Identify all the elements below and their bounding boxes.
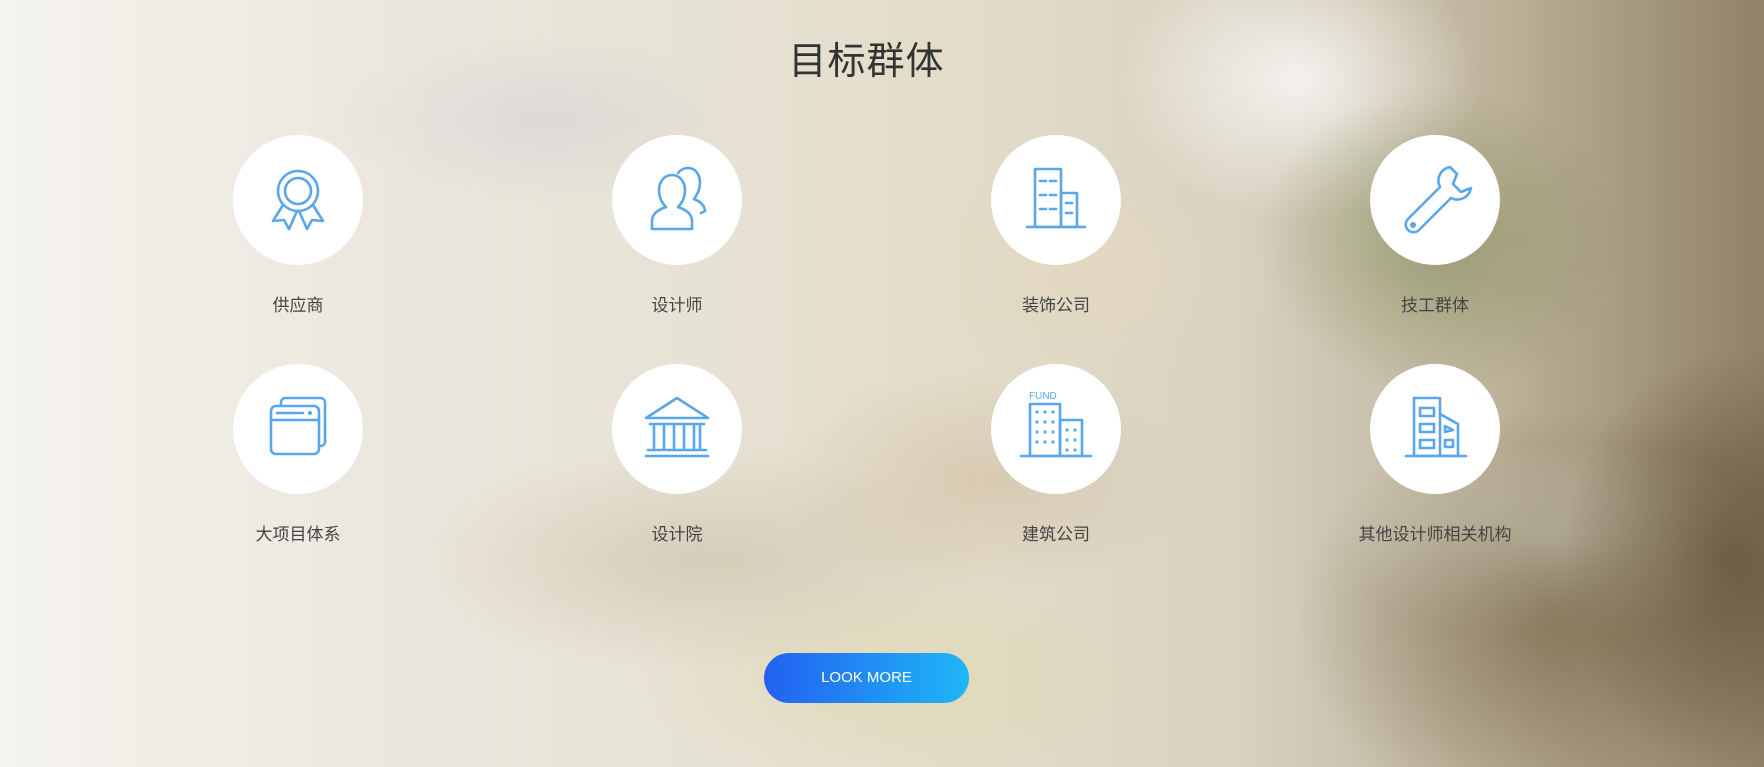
group-icon-circle[interactable] xyxy=(991,135,1121,265)
group-label: 装饰公司 xyxy=(1022,296,1090,316)
group-icon-circle[interactable] xyxy=(1370,364,1500,494)
group-label: 技工群体 xyxy=(1401,296,1469,316)
group-icon-circle[interactable] xyxy=(233,135,363,265)
group-label: 建筑公司 xyxy=(1022,525,1090,545)
group-label: 供应商 xyxy=(272,296,324,316)
group-label: 大项目体系 xyxy=(255,525,341,545)
group-icon-circle[interactable] xyxy=(612,364,742,494)
group-icon-circle[interactable] xyxy=(612,135,742,265)
institution-icon xyxy=(644,396,710,458)
group-item-construction-company[interactable]: FUND 建筑公司 xyxy=(906,364,1206,545)
group-label: 设计师 xyxy=(651,296,703,316)
users-icon xyxy=(650,166,707,231)
office-building-icon xyxy=(1025,167,1087,229)
group-item-supplier[interactable]: 供应商 xyxy=(148,135,448,316)
group-icon-circle[interactable] xyxy=(233,364,363,494)
look-more-button[interactable]: LOOK MORE xyxy=(764,653,969,703)
fund-building-icon: FUND xyxy=(1019,391,1093,458)
group-item-other-institutions[interactable]: 其他设计师相关机构 xyxy=(1285,364,1585,545)
group-item-design-institute[interactable]: 设计院 xyxy=(527,364,827,545)
group-icon-circle[interactable] xyxy=(1370,135,1500,265)
stacked-windows-icon xyxy=(269,396,327,456)
group-item-designer[interactable]: 设计师 xyxy=(527,135,827,316)
award-ribbon-icon xyxy=(271,169,325,231)
group-item-technician[interactable]: 技工群体 xyxy=(1285,135,1585,316)
group-item-decoration-company[interactable]: 装饰公司 xyxy=(906,135,1206,316)
group-icon-circle[interactable]: FUND xyxy=(991,364,1121,494)
group-label: 设计院 xyxy=(651,525,703,545)
group-label: 其他设计师相关机构 xyxy=(1358,525,1512,545)
fund-sign-text: FUND xyxy=(1029,391,1057,402)
group-item-large-project[interactable]: 大项目体系 xyxy=(148,364,448,545)
section-title: 目标群体 xyxy=(788,39,945,83)
tower-building-icon xyxy=(1404,396,1468,458)
wrench-icon xyxy=(1404,165,1473,234)
